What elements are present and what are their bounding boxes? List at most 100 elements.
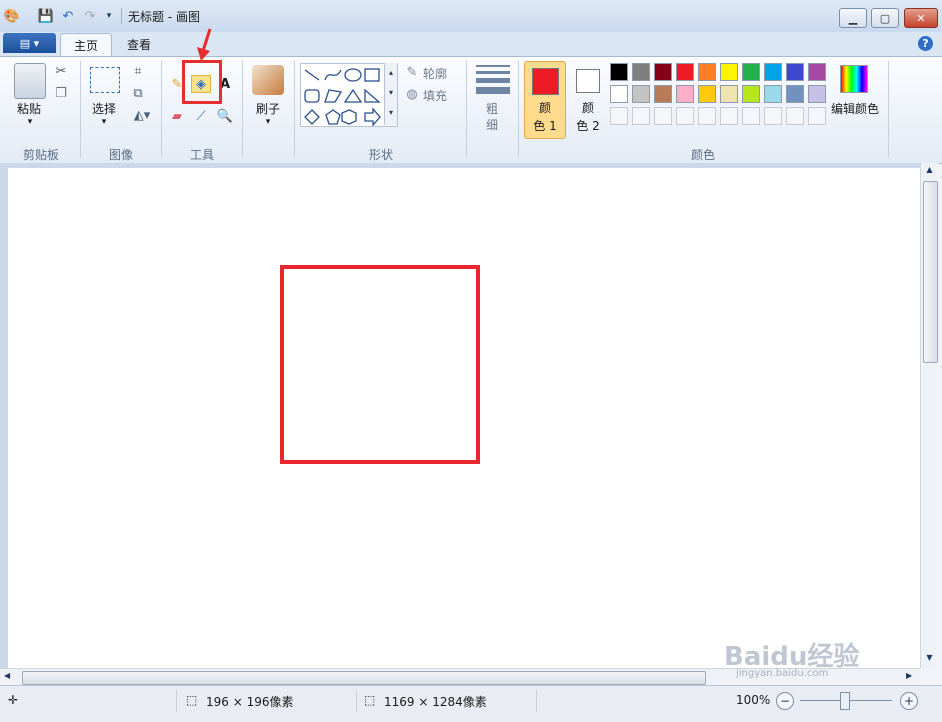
palette-swatch[interactable] <box>742 85 760 103</box>
shapes-group-label: 形状 <box>368 148 393 162</box>
edit-colors-button[interactable]: 编辑颜色 <box>828 100 882 117</box>
image-group-label: 图像 <box>108 148 133 162</box>
separator <box>518 61 519 157</box>
scroll-up-icon[interactable]: ▲ <box>922 165 937 174</box>
palette-swatch[interactable] <box>698 85 716 103</box>
brushes-button[interactable]: 刷子 <box>250 100 286 117</box>
palette-swatch[interactable] <box>610 63 628 81</box>
color2-label-bottom[interactable]: 色 2 <box>568 117 608 134</box>
ribbon-tab-row: ▤ ▾ 主页 查看 ? <box>0 32 942 56</box>
rotate-icon[interactable]: ◭▾ <box>128 106 156 124</box>
paste-clipboard-icon[interactable] <box>14 63 46 99</box>
palette-custom-slot[interactable] <box>786 107 804 125</box>
palette-swatch[interactable] <box>808 63 826 81</box>
scroll-right-icon[interactable]: ▶ <box>906 671 912 680</box>
color1-label-top: 颜 <box>538 101 551 115</box>
status-divider <box>536 690 537 712</box>
zoom-in-button[interactable]: + <box>900 692 918 710</box>
size-label-top[interactable]: 粗 <box>480 100 504 117</box>
palette-custom-slot[interactable] <box>632 107 650 125</box>
image-size-icon: ⬚ <box>364 693 376 707</box>
zoom-out-button[interactable]: − <box>776 692 794 710</box>
image-size: 1169 × 1284像素 <box>384 695 487 709</box>
palette-swatch[interactable] <box>786 85 804 103</box>
fill-button[interactable]: 填充 <box>422 87 448 104</box>
palette-swatch[interactable] <box>742 63 760 81</box>
palette-swatch[interactable] <box>676 85 694 103</box>
scroll-down-icon[interactable]: ▼ <box>922 653 937 662</box>
eraser-icon[interactable]: ▰ <box>167 107 187 125</box>
palette-swatch[interactable] <box>610 85 628 103</box>
palette-swatch[interactable] <box>764 63 782 81</box>
undo-icon[interactable]: ↶ <box>60 8 76 24</box>
vertical-scroll-thumb[interactable] <box>923 181 938 363</box>
file-menu-button[interactable]: ▤ ▾ <box>3 33 56 53</box>
scroll-left-icon[interactable]: ◀ <box>4 671 10 680</box>
zoom-slider-thumb[interactable] <box>840 692 850 710</box>
separator <box>161 61 162 157</box>
select-rectangle-icon[interactable] <box>90 67 120 93</box>
color-picker-icon[interactable]: ⟋ <box>191 107 211 125</box>
help-icon[interactable]: ? <box>918 36 933 51</box>
palette-swatch[interactable] <box>786 63 804 81</box>
minimize-button[interactable]: ▁ <box>839 8 867 28</box>
palette-swatch[interactable] <box>654 63 672 81</box>
cut-icon[interactable]: ✂ <box>51 62 71 80</box>
select-dropdown-icon[interactable]: ▾ <box>98 117 110 127</box>
drawing-canvas[interactable] <box>8 168 920 668</box>
palette-swatch[interactable] <box>676 63 694 81</box>
palette-swatch[interactable] <box>720 85 738 103</box>
vertical-scrollbar[interactable]: ▲ ▼ <box>920 163 939 668</box>
palette-custom-slot[interactable] <box>764 107 782 125</box>
line-size-icon[interactable] <box>476 65 510 94</box>
outline-button[interactable]: 轮廓 <box>422 65 448 82</box>
shapes-scroll-icon[interactable]: ▴ ▾ ▾ <box>384 63 397 125</box>
palette-custom-slot[interactable] <box>742 107 760 125</box>
palette-swatch[interactable] <box>808 85 826 103</box>
paint-app-icon[interactable]: 🎨 <box>4 8 20 24</box>
crop-icon[interactable]: ⌗ <box>128 62 148 80</box>
paste-dropdown-icon[interactable]: ▾ <box>24 117 36 127</box>
redo-icon[interactable]: ↷ <box>82 8 98 24</box>
close-button[interactable]: ✕ <box>904 8 938 28</box>
palette-custom-slot[interactable] <box>808 107 826 125</box>
tab-view[interactable]: 查看 <box>116 33 162 55</box>
palette-swatch[interactable] <box>654 85 672 103</box>
save-icon[interactable]: 💾 <box>38 8 54 24</box>
color2-swatch[interactable] <box>576 69 600 93</box>
copy-icon[interactable]: ❐ <box>51 84 71 102</box>
palette-custom-slot[interactable] <box>720 107 738 125</box>
tools-group-label: 工具 <box>189 148 214 162</box>
palette-swatch[interactable] <box>632 63 650 81</box>
maximize-button[interactable]: ▢ <box>871 8 899 28</box>
edit-colors-icon[interactable] <box>840 65 868 93</box>
paste-button[interactable]: 粘贴 <box>12 100 46 117</box>
palette-swatch[interactable] <box>720 63 738 81</box>
outline-icon[interactable]: ✎ <box>402 63 422 81</box>
title-bar: 🎨 💾 ↶ ↷ ▾ 无标题 - 画图 ▁ ▢ ✕ <box>0 0 942 33</box>
quick-access-dropdown-icon[interactable]: ▾ <box>101 8 117 24</box>
status-bar: ✛ ⬚ 196 × 196像素 ⬚ 1169 × 1284像素 100% − + <box>0 685 942 722</box>
title-divider <box>121 8 122 24</box>
palette-custom-slot[interactable] <box>654 107 672 125</box>
brushes-dropdown-icon[interactable]: ▾ <box>262 117 274 127</box>
fill-shape-icon[interactable]: ◍ <box>402 85 422 103</box>
resize-icon[interactable]: ⧉ <box>128 84 148 102</box>
palette-swatch[interactable] <box>698 63 716 81</box>
annotation-arrow-icon <box>197 28 212 61</box>
size-label-bottom[interactable]: 细 <box>480 116 504 133</box>
horizontal-scroll-thumb[interactable] <box>22 671 706 685</box>
palette-custom-slot[interactable] <box>676 107 694 125</box>
palette-custom-slot[interactable] <box>610 107 628 125</box>
brush-icon[interactable] <box>252 65 284 95</box>
color2-label-top[interactable]: 颜 <box>568 99 608 116</box>
separator <box>466 61 467 157</box>
palette-swatch[interactable] <box>632 85 650 103</box>
magnifier-icon[interactable]: 🔍 <box>215 107 235 125</box>
palette-custom-slot[interactable] <box>698 107 716 125</box>
palette-swatch[interactable] <box>764 85 782 103</box>
tab-home[interactable]: 主页 <box>60 33 112 56</box>
status-divider <box>356 690 357 712</box>
select-button[interactable]: 选择 <box>86 100 122 117</box>
ribbon: 粘贴 ▾ ✂ ❐ 剪贴板 选择 ▾ ⌗ ⧉ ◭▾ 图像 ✎ ◈ A ▰ ⟋ 🔍 … <box>0 28 942 164</box>
